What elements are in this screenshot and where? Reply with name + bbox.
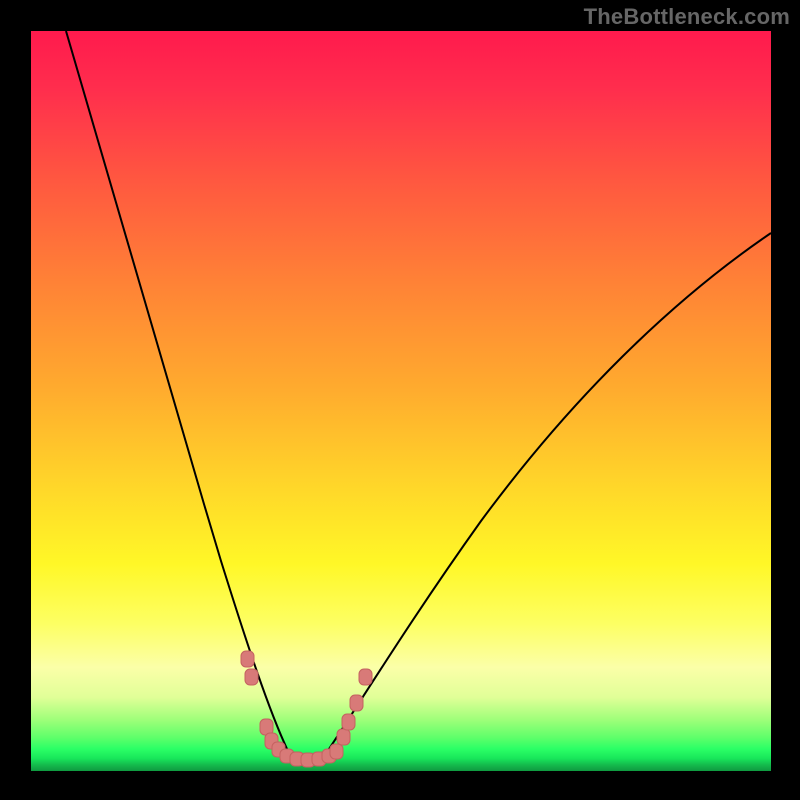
attribution-label: TheBottleneck.com <box>584 4 790 30</box>
chart-svg <box>31 31 771 771</box>
trough-markers <box>241 651 372 767</box>
chart-frame: TheBottleneck.com <box>0 0 800 800</box>
bottleneck-curve-left <box>66 31 306 763</box>
plot-area <box>31 31 771 771</box>
bottleneck-curve-right <box>306 233 771 763</box>
